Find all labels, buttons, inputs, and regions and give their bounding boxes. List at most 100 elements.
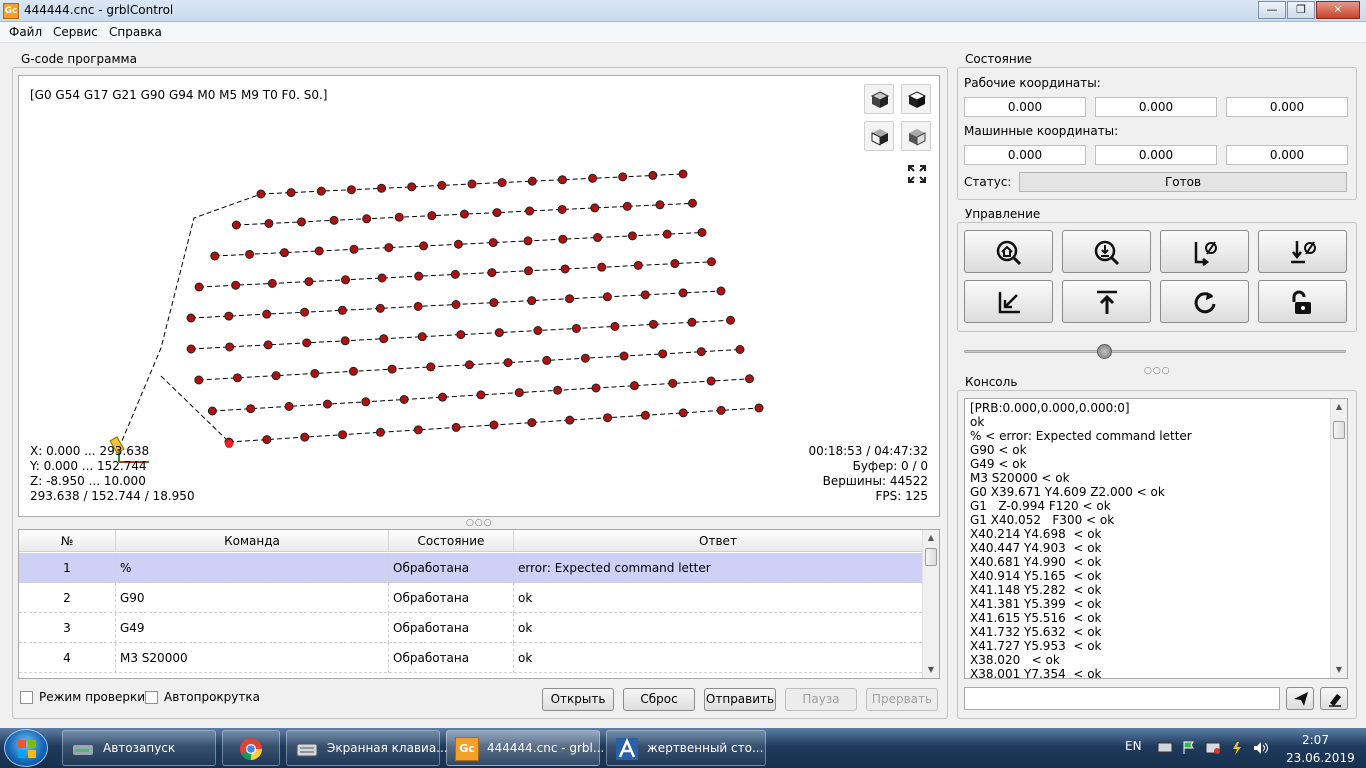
console-line: X41.727 Y5.953 < ok: [970, 639, 1102, 653]
abort-button[interactable]: Прервать: [866, 688, 938, 711]
fit-view-button[interactable]: [901, 158, 931, 188]
soft-reset-button[interactable]: [1160, 280, 1249, 323]
drill-point: [527, 176, 537, 186]
splitter-handle[interactable]: ○○○: [466, 518, 493, 528]
console-clear-button[interactable]: [1320, 687, 1348, 710]
console-send-button[interactable]: [1286, 687, 1314, 710]
table-row[interactable]: 4 M3 S20000 Обработана ok: [19, 643, 922, 673]
expand-icon: [908, 165, 926, 183]
cube-left-icon: [909, 129, 926, 146]
drill-point: [302, 338, 312, 348]
pause-button[interactable]: Пауза: [785, 688, 857, 711]
run-time: 00:18:53 / 04:47:32: [808, 444, 928, 458]
machine-x-field: 0.000: [964, 145, 1086, 165]
open-button[interactable]: Открыть: [542, 688, 614, 711]
scroll-thumb[interactable]: [1333, 421, 1345, 439]
clock-date[interactable]: 23.06.2019: [1286, 751, 1355, 765]
drill-point: [413, 425, 423, 435]
task-onscreen-keyboard[interactable]: Экранная клавиа...: [286, 730, 448, 766]
table-row[interactable]: 2 G90 Обработана ok: [19, 583, 922, 613]
autoscroll-checkbox[interactable]: Автопрокрутка: [145, 690, 260, 704]
close-button[interactable]: ✕: [1316, 1, 1360, 19]
work-y-field: 0.000: [1095, 97, 1217, 117]
drill-point: [565, 294, 575, 304]
scroll-thumb[interactable]: [925, 548, 937, 566]
view-top-button[interactable]: [901, 84, 931, 114]
drill-point: [591, 383, 601, 393]
drill-point: [256, 189, 266, 199]
unlock-button[interactable]: [1258, 280, 1347, 323]
clock-time[interactable]: 2:07: [1302, 733, 1329, 747]
menu-file[interactable]: Файл: [9, 25, 42, 39]
view-left-button[interactable]: [901, 121, 931, 151]
table-scrollbar[interactable]: ▲ ▼: [922, 530, 939, 678]
feed-slider-handle[interactable]: [1097, 344, 1113, 359]
drill-point: [622, 201, 632, 211]
drill-point: [603, 413, 613, 423]
minimize-button[interactable]: —: [1258, 1, 1286, 19]
reset-button[interactable]: Сброс: [623, 688, 695, 711]
tray-flag-icon[interactable]: [1181, 741, 1197, 755]
drill-point: [262, 435, 272, 445]
drill-point: [194, 375, 204, 385]
feed-slider-track[interactable]: [964, 350, 1346, 353]
task-autocad[interactable]: жертвенный сто...: [606, 730, 766, 766]
drill-point: [590, 203, 600, 213]
drill-point: [754, 403, 764, 413]
drill-point: [300, 432, 310, 442]
col-state[interactable]: Состояние: [389, 530, 514, 552]
cell-number: 4: [19, 643, 116, 673]
task-autorun[interactable]: Автозапуск: [62, 730, 216, 766]
cell-command: M3 S20000: [116, 643, 389, 673]
gcode-viewer[interactable]: [G0 G54 G17 G21 G90 G94 M0 M5 M9 T0 F0. …: [18, 75, 940, 517]
tray-power-icon[interactable]: [1229, 741, 1245, 755]
zero-xy-button[interactable]: [1160, 230, 1249, 273]
console-output[interactable]: [PRB:0.000,0.000,0.000:0] ok% < error: Ex…: [964, 398, 1348, 679]
tray-network-icon[interactable]: [1157, 741, 1173, 755]
maximize-button[interactable]: ❐: [1287, 1, 1315, 19]
checkbox-box[interactable]: [20, 690, 33, 704]
scroll-down-icon[interactable]: ▼: [923, 662, 939, 678]
col-number[interactable]: №: [19, 530, 116, 552]
zero-z-button[interactable]: [1258, 230, 1347, 273]
language-indicator[interactable]: EN: [1125, 739, 1142, 753]
console-scrollbar[interactable]: ▲ ▼: [1330, 399, 1347, 678]
gcode-run-info: 00:18:53 / 04:47:32 Буфер: 0 / 0 Вершины…: [809, 444, 928, 504]
menu-help[interactable]: Справка: [109, 25, 162, 39]
col-response[interactable]: Ответ: [514, 530, 922, 552]
console-line: G1 Z-0.994 F120 < ok: [970, 499, 1111, 513]
start-button[interactable]: [4, 729, 48, 767]
tray-volume-icon[interactable]: [1253, 741, 1269, 755]
drill-point: [399, 394, 409, 404]
view-isometric-button[interactable]: [864, 84, 894, 114]
scroll-up-icon[interactable]: ▲: [923, 530, 939, 546]
drill-point: [503, 358, 513, 368]
console-line: ok: [970, 415, 985, 429]
task-chrome[interactable]: [222, 730, 280, 766]
bounds-y: Y: 0.000 ... 152.744: [30, 459, 147, 473]
bounds-size: 293.638 / 152.744 / 18.950: [30, 489, 195, 503]
send-button[interactable]: Отправить: [704, 688, 776, 711]
col-command[interactable]: Команда: [116, 530, 389, 552]
scroll-down-icon[interactable]: ▼: [1331, 662, 1347, 678]
tray-device-icon[interactable]: [1205, 741, 1221, 755]
console-command-input[interactable]: [964, 687, 1280, 710]
table-row[interactable]: 1 % Обработана error: Expected command l…: [19, 553, 922, 583]
task-grblcontrol[interactable]: Gc 444444.cnc - grbl...: [446, 730, 604, 766]
drill-point: [467, 179, 477, 189]
home-button[interactable]: [964, 230, 1053, 273]
splitter-handle-right[interactable]: ○○○: [1144, 366, 1171, 376]
scroll-up-icon[interactable]: ▲: [1331, 399, 1347, 415]
drill-point: [284, 401, 294, 411]
drill-point: [362, 214, 372, 224]
checkbox-box[interactable]: [145, 690, 158, 704]
probe-z-button[interactable]: [1062, 230, 1151, 273]
table-row[interactable]: 3 G49 Обработана ok: [19, 613, 922, 643]
return-xy-button[interactable]: [964, 280, 1053, 323]
menu-service[interactable]: Сервис: [53, 25, 98, 39]
view-front-button[interactable]: [864, 121, 894, 151]
check-mode-checkbox[interactable]: Режим проверки: [20, 690, 145, 704]
safe-z-button[interactable]: [1062, 280, 1151, 323]
drill-point: [688, 198, 697, 208]
drill-point: [337, 305, 347, 315]
